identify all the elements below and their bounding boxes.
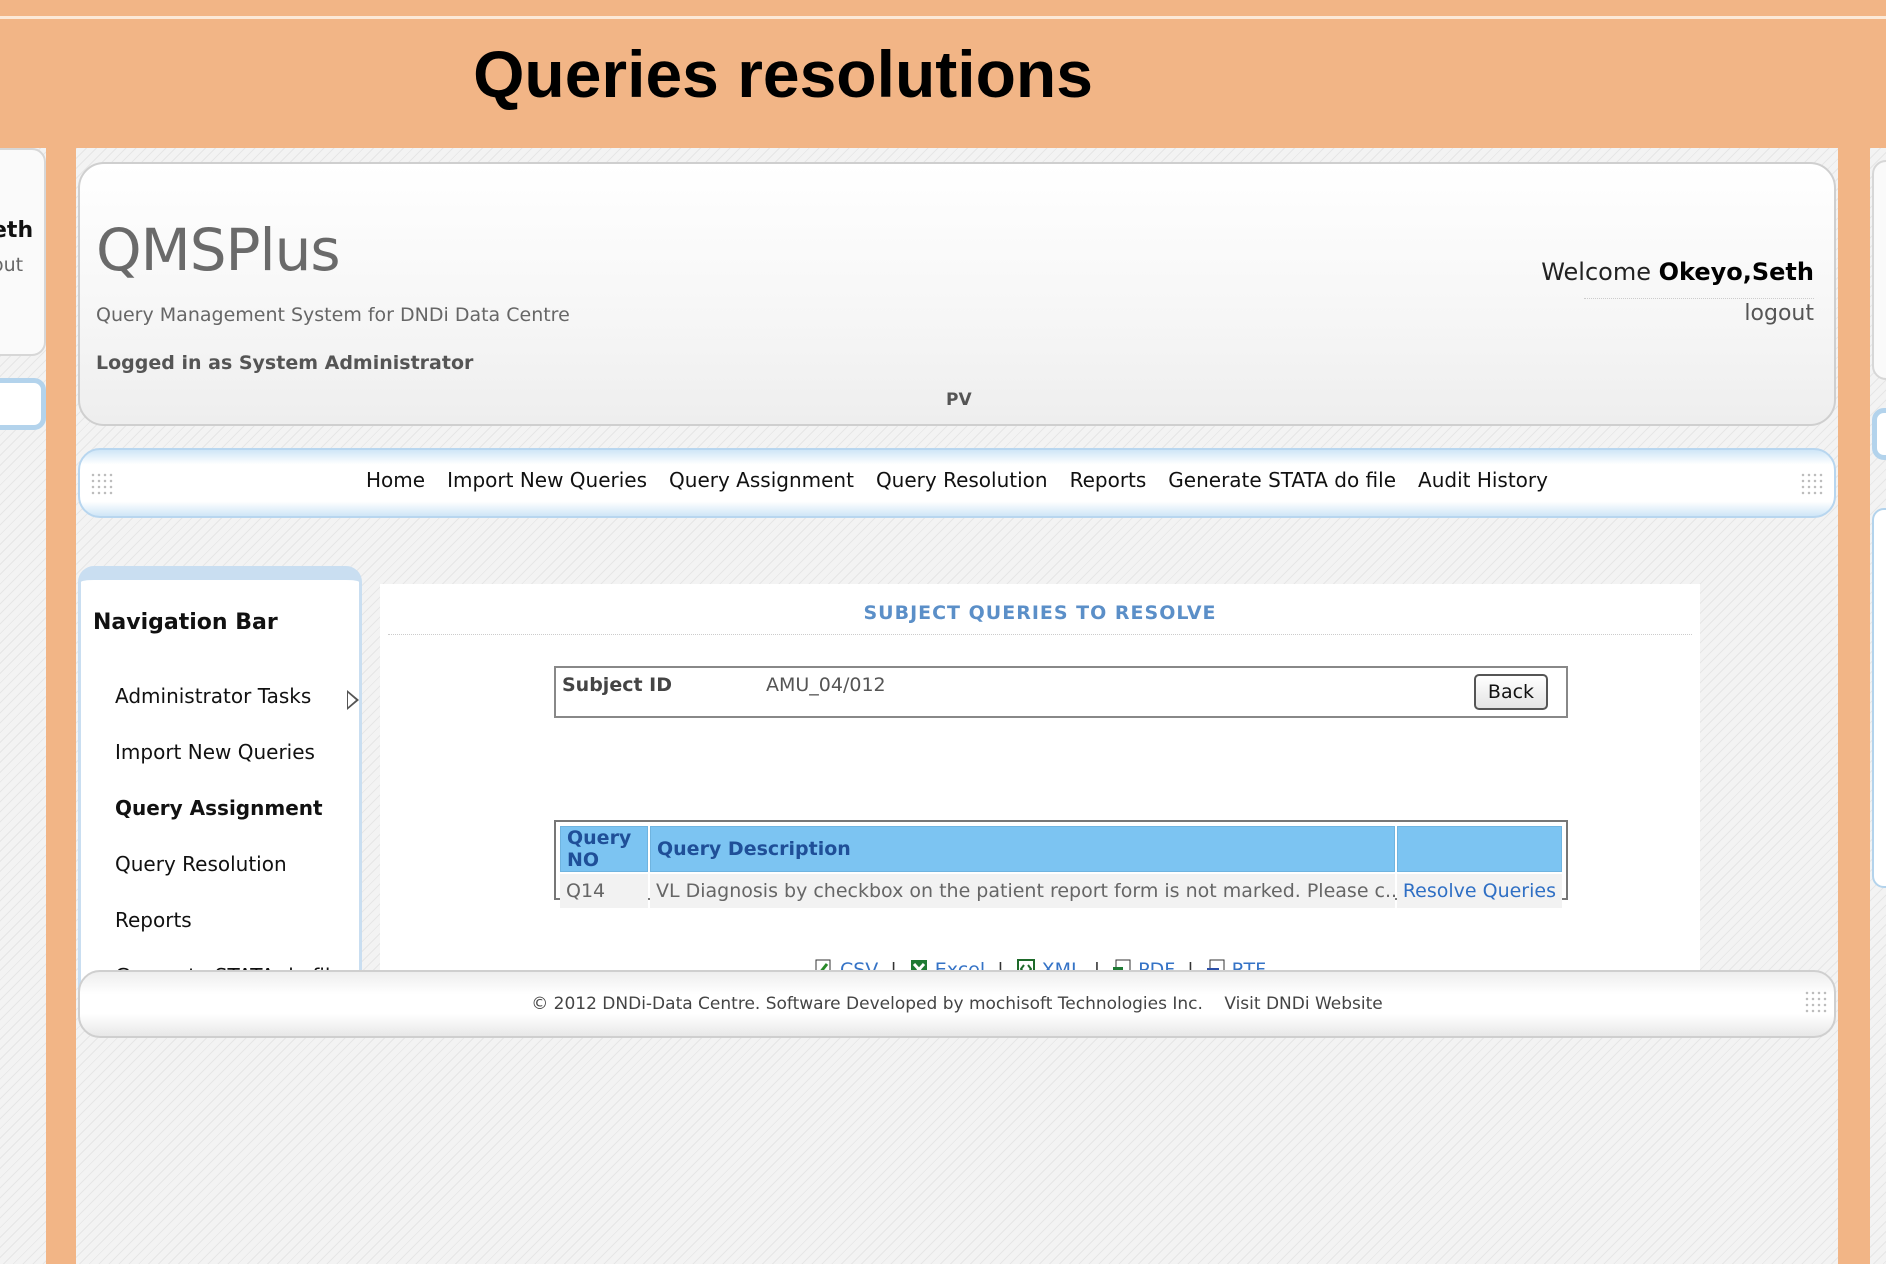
table-row: Q14 VL Diagnosis by checkbox on the pati… — [560, 874, 1562, 908]
app-window: QMSPlus Query Management System for DNDi… — [76, 148, 1838, 1264]
right-partial-window — [1870, 148, 1886, 1264]
welcome-text: Welcome Okeyo,Seth — [1541, 258, 1814, 286]
sidenav-item-query-assignment[interactable]: Query Assignment — [115, 796, 323, 820]
cell-query-description: VL Diagnosis by checkbox on the patient … — [650, 874, 1395, 908]
table-header-row: Query NO Query Description — [560, 826, 1562, 872]
left-partial-logout-link[interactable]: out — [0, 254, 23, 276]
top-nav-item-import-new-queries[interactable]: Import New Queries — [447, 468, 647, 492]
col-action — [1396, 826, 1562, 872]
top-nav-item-generate-stata-do-file[interactable]: Generate STATA do file — [1168, 468, 1396, 492]
submenu-arrow-icon — [347, 690, 359, 710]
logout-link[interactable]: logout — [1584, 298, 1814, 326]
back-button[interactable]: Back — [1474, 674, 1548, 710]
cell-query-no: Q14 — [560, 874, 648, 908]
slide-title: Queries resolutions — [473, 37, 1093, 111]
sidenav-item-import-new-queries[interactable]: Import New Queries — [115, 740, 315, 764]
app-logo: QMSPlus — [96, 216, 341, 284]
left-partial-username: eth — [0, 218, 34, 243]
top-nav-item-query-assignment[interactable]: Query Assignment — [669, 468, 854, 492]
sidenav-item-reports[interactable]: Reports — [115, 908, 192, 932]
subject-id-value: AMU_04/012 — [766, 674, 886, 696]
app-header: QMSPlus Query Management System for DNDi… — [78, 162, 1836, 426]
left-partial-window: eth out — [0, 148, 46, 1264]
cell-action: Resolve Queries — [1396, 874, 1562, 908]
sidenav-item-query-resolution[interactable]: Query Resolution — [115, 852, 287, 876]
sidenav-item-administrator-tasks[interactable]: Administrator Tasks — [115, 684, 311, 708]
navigation-bar: Navigation Bar Administrator Tasks Impor… — [78, 566, 362, 1022]
left-partial-navbar — [0, 378, 46, 430]
right-partial-navbar — [1872, 408, 1886, 460]
top-nav-item-reports[interactable]: Reports — [1070, 468, 1147, 492]
queries-table: Query NO Query Description Q14 VL Diagno… — [554, 820, 1568, 908]
app-footer: © 2012 DNDi-Data Centre. Software Develo… — [78, 970, 1836, 1038]
app-subtitle: Query Management System for DNDi Data Ce… — [96, 304, 570, 326]
right-partial-header — [1872, 160, 1886, 380]
subject-id-label: Subject ID — [562, 674, 673, 696]
subject-info-box: Subject ID AMU_04/012 Back — [554, 666, 1568, 718]
col-query-description[interactable]: Query Description — [650, 826, 1395, 872]
slide-top-rule — [0, 16, 1886, 19]
main-content: SUBJECT QUERIES TO RESOLVE Subject ID AM… — [380, 584, 1700, 981]
top-nav-item-home[interactable]: Home — [366, 468, 425, 492]
footer-copyright: © 2012 DNDi-Data Centre. Software Develo… — [531, 994, 1203, 1014]
top-nav-bar: Home Import New Queries Query Assignment Qu… — [78, 448, 1836, 518]
nav-grip-icon — [1800, 472, 1824, 496]
resolve-queries-link[interactable]: Resolve Queries — [1403, 880, 1556, 902]
top-nav-list: Home Import New Queries Query Assignment Qu… — [80, 468, 1834, 492]
site-code: PV — [946, 390, 972, 410]
right-partial-panel — [1872, 508, 1886, 888]
welcome-prefix: Welcome — [1541, 258, 1659, 286]
navigation-bar-title: Navigation Bar — [93, 610, 278, 635]
section-title: SUBJECT QUERIES TO RESOLVE — [863, 602, 1217, 624]
top-nav-item-query-resolution[interactable]: Query Resolution — [876, 468, 1048, 492]
left-partial-header: eth out — [0, 148, 46, 356]
footer-text: © 2012 DNDi-Data Centre. Software Develo… — [80, 994, 1834, 1014]
footer-grip-icon — [1804, 990, 1828, 1014]
user-name: Okeyo,Seth — [1658, 258, 1814, 286]
col-query-no[interactable]: Query NO — [560, 826, 648, 872]
footer-dndi-link[interactable]: Visit DNDi Website — [1224, 994, 1382, 1014]
logged-in-role: Logged in as System Administrator — [96, 352, 474, 374]
top-nav-item-audit-history[interactable]: Audit History — [1418, 468, 1548, 492]
section-divider — [388, 634, 1692, 635]
